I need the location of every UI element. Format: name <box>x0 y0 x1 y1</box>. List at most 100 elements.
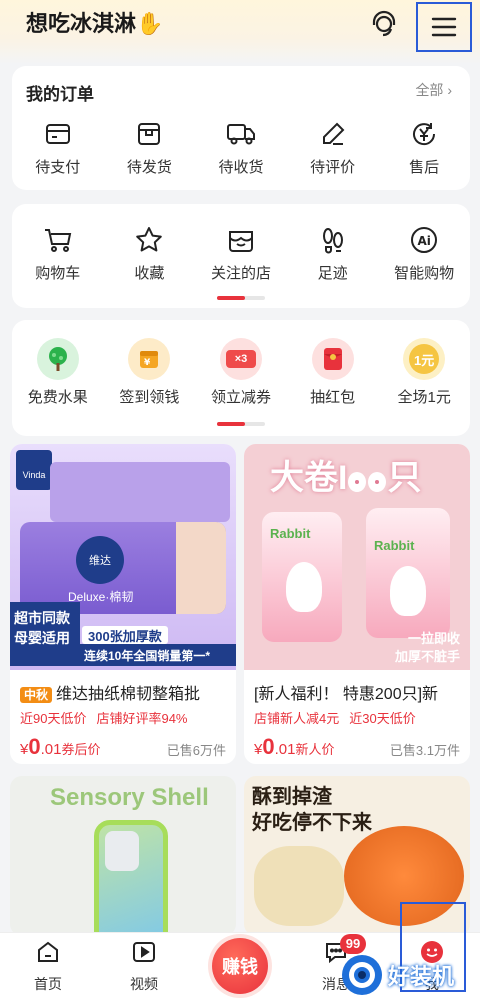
cart-icon <box>12 224 104 256</box>
product-sold: 已售3.1万件 <box>389 743 460 758</box>
price-decimal: .01 <box>40 741 62 758</box>
product-card[interactable]: Sensory Shell <box>10 776 236 936</box>
tissue-roll-right: Rabbit <box>366 508 450 638</box>
watermark-eye-icon <box>340 953 384 997</box>
corner-label-2: 母婴适用 <box>14 630 70 646</box>
video-icon <box>104 939 184 970</box>
corner-label-1: 超市同款 <box>14 610 70 626</box>
orders-all-label: 全部 <box>415 82 444 98</box>
tab-video-label: 视频 <box>130 976 158 992</box>
banner-2: 连续10年全国销量第一* <box>80 644 236 666</box>
svg-text:¥: ¥ <box>144 358 151 368</box>
ai-icon: Ai <box>378 224 470 256</box>
bunny-figure <box>286 562 322 612</box>
order-pending-review-label: 待评价 <box>310 159 356 176</box>
price-decimal: .01 <box>274 741 296 758</box>
headline-text-2: 只 <box>387 459 422 497</box>
product-card[interactable]: Vinda 维达 Deluxe·棉韧 超市同款 母婴适用 300张加厚款 连续1… <box>10 444 236 764</box>
tissue-pack: 维达 Deluxe·棉韧 <box>20 522 226 614</box>
product-title-text: 维达抽纸棉韧整箱批 <box>56 686 201 703</box>
order-pending-payment[interactable]: 待支付 <box>12 118 104 177</box>
product-image-headline: Sensory Shell <box>50 784 209 811</box>
orders-all-link[interactable]: 全部 › <box>415 80 452 100</box>
vinda-badge: 维达 <box>76 536 124 584</box>
tool-followed-shops-label: 关注的店 <box>210 265 271 282</box>
order-after-sales-label: 售后 <box>409 159 440 176</box>
promo-coupons[interactable]: ×3 领立减券 <box>195 338 287 407</box>
promo-one-yuan-label: 全场1元 <box>397 389 451 406</box>
promo-checkin-label: 签到领钱 <box>119 389 180 406</box>
coupon-icon: ×3 <box>219 338 262 380</box>
product-card[interactable]: 大卷I 只 Rabbit Rabbit 一拉即收 加厚不脏手 [新人福利！ 特惠… <box>244 444 470 764</box>
order-after-sales[interactable]: 售后 <box>378 118 470 177</box>
orders-title: 我的订单 <box>26 85 94 104</box>
my-orders-card: 我的订单 全部 › 待支付 待发货 待收货 待评价 售后 <box>12 66 470 190</box>
coin-icon: 1元 <box>403 338 446 380</box>
calendar-coin-icon: ¥ <box>128 338 171 380</box>
earn-money-button[interactable]: 赚钱 <box>212 938 268 994</box>
order-pending-payment-label: 待支付 <box>35 159 81 176</box>
earn-money-label: 赚钱 <box>222 957 258 977</box>
promo-red-envelope[interactable]: 抽红包 <box>287 338 379 407</box>
product-title: [新人福利！ 特惠200只]新 <box>254 686 439 703</box>
watermark-text: 好装机 <box>388 964 455 989</box>
tool-favorites-label: 收藏 <box>134 265 165 282</box>
promos-page-indicator <box>217 422 265 426</box>
vinda-logo: Vinda <box>16 450 52 490</box>
price-note: 新人价 <box>295 742 335 757</box>
phone-case-image <box>94 820 168 936</box>
product-tag: 店铺新人减4元 <box>254 711 340 726</box>
tab-home[interactable]: 首页 <box>8 939 88 994</box>
order-pending-receipt-label: 待收货 <box>218 159 264 176</box>
shop-icon <box>195 224 287 256</box>
headline-line-2: 好吃停不下来 <box>252 812 372 834</box>
product-image-headline: 酥到掉渣 好吃停不下来 <box>252 784 372 836</box>
roll-brand: Rabbit <box>270 526 311 541</box>
roll-brand: Rabbit <box>374 538 415 553</box>
tool-favorites[interactable]: 收藏 <box>104 224 196 283</box>
order-pending-receipt[interactable]: 待收货 <box>195 118 287 177</box>
product-tag: 近30天低价 <box>349 711 416 726</box>
product-price: ¥0.01新人价 <box>254 734 334 760</box>
promo-checkin[interactable]: ¥ 签到领钱 <box>104 338 196 407</box>
hand-shape <box>176 522 226 614</box>
promo-one-yuan[interactable]: 1元 全场1元 <box>378 338 470 407</box>
feature-note-1: 一拉即收 <box>407 631 460 646</box>
headline-line-1: 酥到掉渣 <box>252 786 332 808</box>
tool-followed-shops[interactable]: 关注的店 <box>195 224 287 283</box>
order-pending-shipment[interactable]: 待发货 <box>104 118 196 177</box>
yuan-return-icon <box>378 118 470 150</box>
promo-free-fruit[interactable]: 免费水果 <box>12 338 104 407</box>
tree-icon <box>36 338 79 380</box>
tool-footprints[interactable]: 足迹 <box>287 224 379 283</box>
tissue-stack-top <box>50 462 230 522</box>
bunny-figure <box>390 566 426 616</box>
tool-cart[interactable]: 购物车 <box>12 224 104 283</box>
tool-footprints-label: 足迹 <box>317 265 348 282</box>
order-pending-review[interactable]: 待评价 <box>287 118 379 177</box>
price-note: 券后价 <box>61 742 101 757</box>
tissue-roll-left: Rabbit <box>262 512 342 642</box>
banner-1: 300张加厚款 <box>82 626 168 644</box>
product-image: Vinda 维达 Deluxe·棉韧 超市同款 母婴适用 300张加厚款 连续1… <box>10 444 236 670</box>
tool-smart-shopping[interactable]: Ai 智能购物 <box>378 224 470 283</box>
promo-free-fruit-label: 免费水果 <box>27 389 88 406</box>
coupon-badge: ×3 <box>225 350 256 368</box>
price-integer: 0 <box>28 734 41 759</box>
wallet-icon <box>12 118 104 150</box>
menu-icon[interactable] <box>416 2 472 52</box>
star-icon <box>104 224 196 256</box>
truck-icon <box>195 118 287 150</box>
customer-service-icon[interactable] <box>368 8 400 40</box>
username[interactable]: 想吃冰淇淋✋ <box>26 6 163 38</box>
tab-video[interactable]: 视频 <box>104 939 184 994</box>
svg-text:Ai: Ai <box>418 234 431 248</box>
corner-label: 超市同款 母婴适用 <box>10 602 80 666</box>
pastry-piece <box>254 846 344 926</box>
home-icon <box>8 939 88 970</box>
box-icon <box>104 118 196 150</box>
username-text: 想吃冰淇淋 <box>26 11 137 36</box>
headline-text-1: 大卷I <box>270 459 348 497</box>
pen-icon <box>287 118 379 150</box>
headline: 大卷I 只 <box>270 450 421 499</box>
